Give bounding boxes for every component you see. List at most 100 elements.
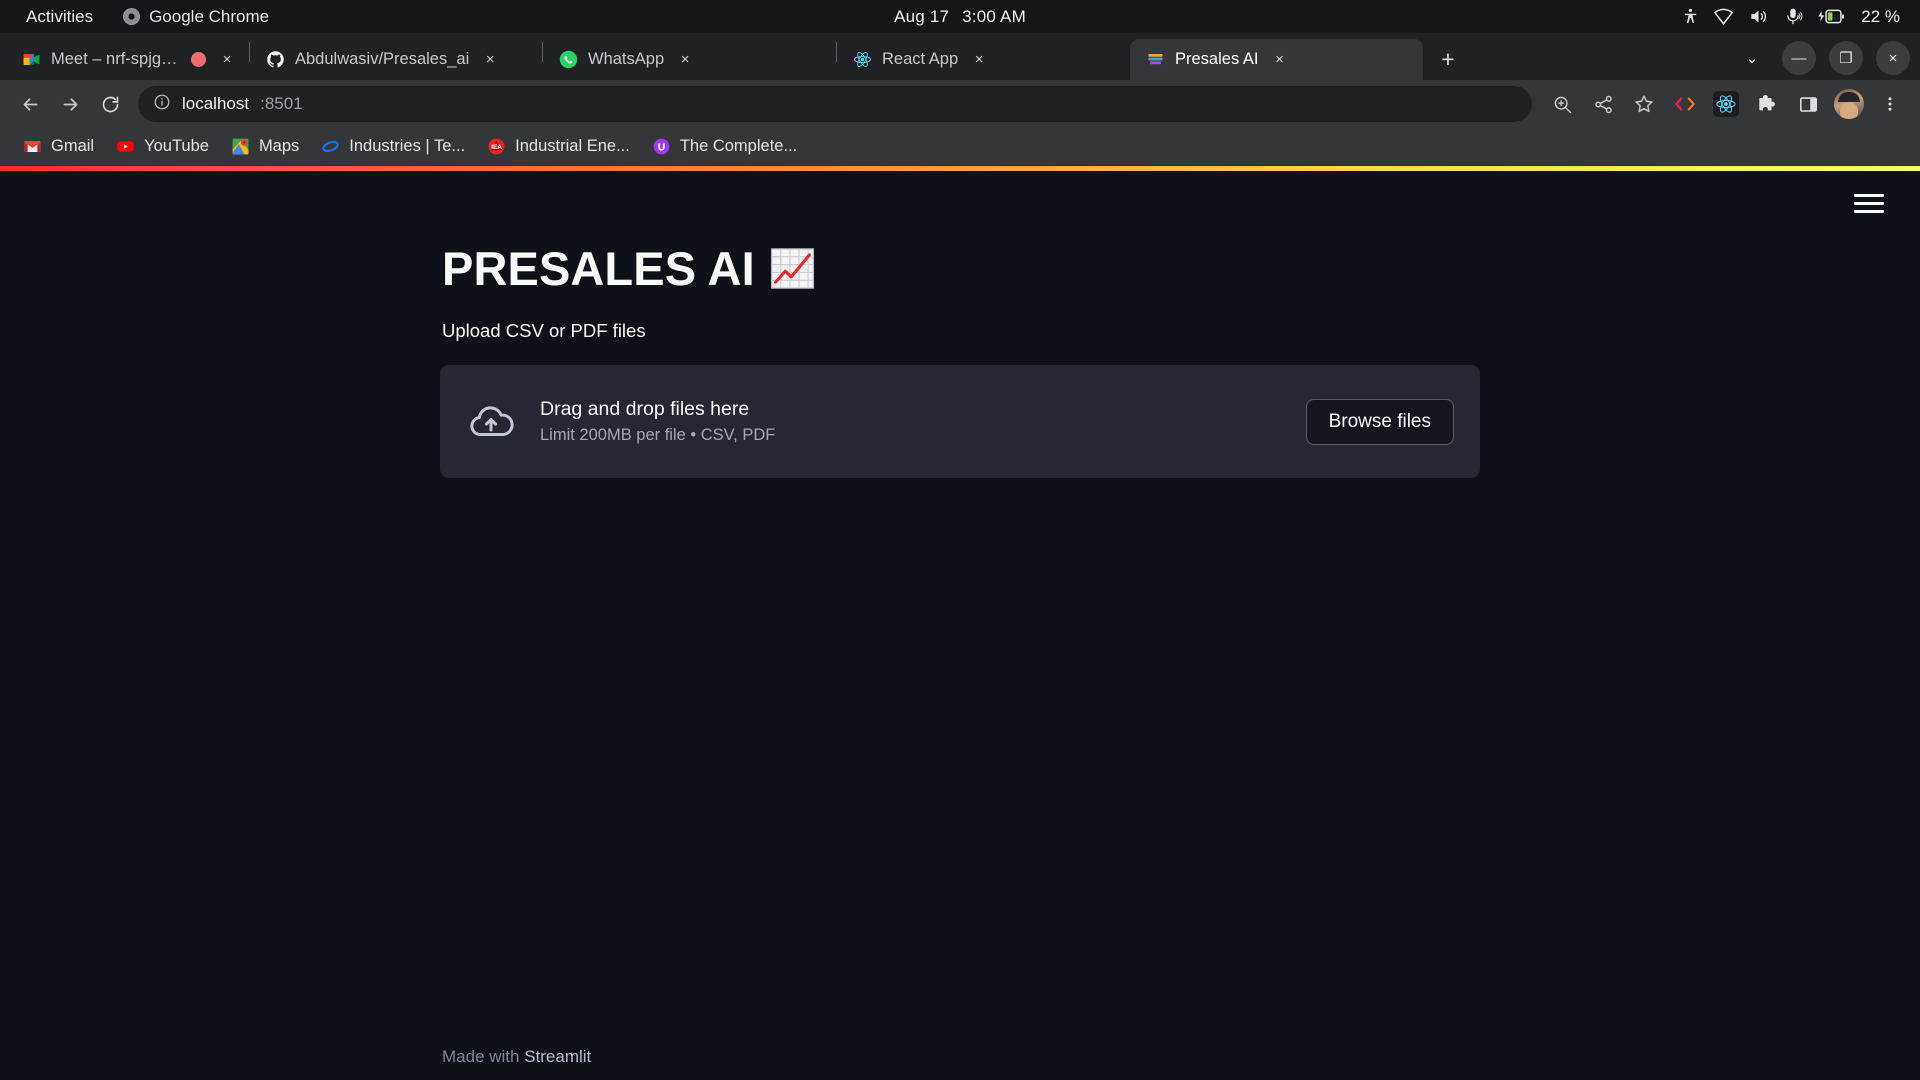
browser-tab-title: WhatsApp [588,50,665,68]
clock-time: 3:00 AM [962,6,1026,26]
volume-icon[interactable] [1748,7,1769,26]
bookmark-label: Industries | Te... [349,137,466,155]
browser-tab-github[interactable]: Abdulwasiv/Presales_ai × [250,39,542,80]
profile-avatar[interactable] [1831,86,1867,122]
active-app-label: Google Chrome [149,6,270,26]
streamlit-link[interactable]: Streamlit [524,1047,591,1066]
wifi-icon[interactable] [1713,7,1734,26]
whatsapp-icon [559,50,578,69]
browser-tab-whatsapp[interactable]: WhatsApp × [543,39,836,80]
new-tab-button[interactable]: + [1431,42,1465,76]
reload-icon[interactable] [92,86,128,122]
back-arrow-icon[interactable] [12,86,48,122]
footer-prefix: Made with [442,1047,525,1066]
bookmarks-bar: Gmail YouTube Maps Industries | Te... IE… [0,128,1920,166]
browser-tab-title: Abdulwasiv/Presales_ai [295,50,470,68]
chrome-menu-icon[interactable] [1872,86,1908,122]
extensions-puzzle-icon[interactable] [1749,86,1785,122]
tab-close-button[interactable]: × [968,49,990,71]
clock-date: Aug 17 [894,6,950,26]
dropzone-limit-label: Limit 200MB per file • CSV, PDF [540,426,776,444]
browser-tab-strip: Meet – nrf-spjg-tfm × Abdulwasiv/Presale… [0,33,1920,80]
tab-close-button[interactable]: × [1268,49,1290,71]
tab-close-button[interactable]: × [674,49,696,71]
bookmark-label: Gmail [51,137,95,155]
info-circle-icon[interactable] [153,93,171,116]
address-bar[interactable]: localhost :8501 [138,86,1532,122]
tab-close-button[interactable]: × [216,49,238,71]
browser-tab-presales-ai[interactable]: Presales AI × [1130,39,1423,80]
side-panel-icon[interactable] [1790,86,1826,122]
streamlit-icon [1148,53,1163,65]
browse-files-button[interactable]: Browse files [1305,398,1454,445]
udemy-icon [653,138,670,155]
battery-charging-icon[interactable] [1817,7,1845,26]
zoom-in-icon[interactable] [1544,86,1580,122]
address-bar-host: localhost [182,94,250,113]
toolbar-actions [1544,86,1908,122]
google-meet-icon [23,53,40,66]
industries-icon [322,140,340,153]
browser-tab-meet[interactable]: Meet – nrf-spjg-tfm × [6,39,249,80]
accessibility-icon[interactable] [1682,7,1699,26]
browser-tab-react-app[interactable]: React App × [837,39,1130,80]
window-controls: ⌄ — ❐ × [1735,41,1910,75]
bookmark-label: Industrial Ene... [515,137,630,155]
streamlit-app: PRESALES AI Upload CSV or PDF files Drag… [0,166,1920,1080]
code-brackets-extension-icon[interactable] [1667,86,1703,122]
youtube-icon [117,141,134,152]
bookmark-label: Maps [258,137,300,155]
app-main-container: PRESALES AI Upload CSV or PDF files Drag… [440,171,1480,1080]
window-maximize-button[interactable]: ❐ [1829,41,1863,75]
google-maps-icon [232,138,249,155]
window-close-button[interactable]: × [1876,41,1910,75]
address-bar-port: :8501 [260,94,303,113]
chart-increasing-emoji [770,248,814,289]
upload-instructions-label: Upload CSV or PDF files [442,320,646,341]
microphone-icon[interactable] [1783,7,1803,26]
bookmark-label: The Complete... [679,137,798,155]
industrial-energy-icon: IEA [488,138,505,155]
tab-close-button[interactable]: × [479,49,501,71]
browser-toolbar: localhost :8501 [0,80,1920,128]
cloud-upload-icon [470,405,514,436]
bookmark-the-complete-course[interactable]: The Complete... [643,132,806,161]
hamburger-line [1854,193,1884,197]
hamburger-line [1854,201,1884,205]
forward-arrow-icon[interactable] [52,86,88,122]
gmail-icon [24,140,41,153]
react-devtools-icon[interactable] [1708,86,1744,122]
bookmark-industries[interactable]: Industries | Te... [312,132,474,161]
bookmark-gmail[interactable]: Gmail [14,132,103,161]
dropzone-primary-label: Drag and drop files here [540,398,750,420]
bookmark-youtube[interactable]: YouTube [107,132,218,161]
file-uploader-dropzone[interactable]: Drag and drop files here Limit 200MB per… [440,365,1480,478]
gnome-top-bar: Activities Google Chrome Aug 17 3:00 AM [0,0,1920,33]
tab-recording-indicator-icon[interactable] [191,52,206,67]
hamburger-line [1854,209,1884,213]
bookmark-maps[interactable]: Maps [222,132,308,161]
page-title-text: PRESALES AI [442,242,755,295]
uploader-text-group: Drag and drop files here Limit 200MB per… [540,398,1280,445]
svg-text:IEA: IEA [491,144,502,151]
share-icon[interactable] [1585,86,1621,122]
clock[interactable]: Aug 17 3:00 AM [894,7,1026,27]
github-icon [267,51,284,68]
browser-tab-title: Presales AI [1175,50,1259,68]
bookmark-label: YouTube [144,137,209,155]
tab-search-button[interactable]: ⌄ [1735,41,1769,75]
bookmark-industrial-energy[interactable]: IEA Industrial Ene... [478,132,639,161]
active-app-indicator[interactable]: Google Chrome [123,7,269,27]
hamburger-menu-icon[interactable] [1854,188,1890,218]
browser-tab-title: React App [882,50,959,68]
streamlit-footer: Made with Streamlit [442,1047,591,1067]
bookmark-star-icon[interactable] [1626,86,1662,122]
gnome-left-group: Activities Google Chrome [0,7,269,27]
chrome-icon [123,8,141,25]
activities-button[interactable]: Activities [26,7,93,27]
react-icon [854,52,871,67]
browser-tab-title: Meet – nrf-spjg-tfm [51,50,181,68]
system-tray[interactable]: 22 % [1682,0,1900,33]
page-title: PRESALES AI [440,241,1480,296]
window-minimize-button[interactable]: — [1782,41,1816,75]
